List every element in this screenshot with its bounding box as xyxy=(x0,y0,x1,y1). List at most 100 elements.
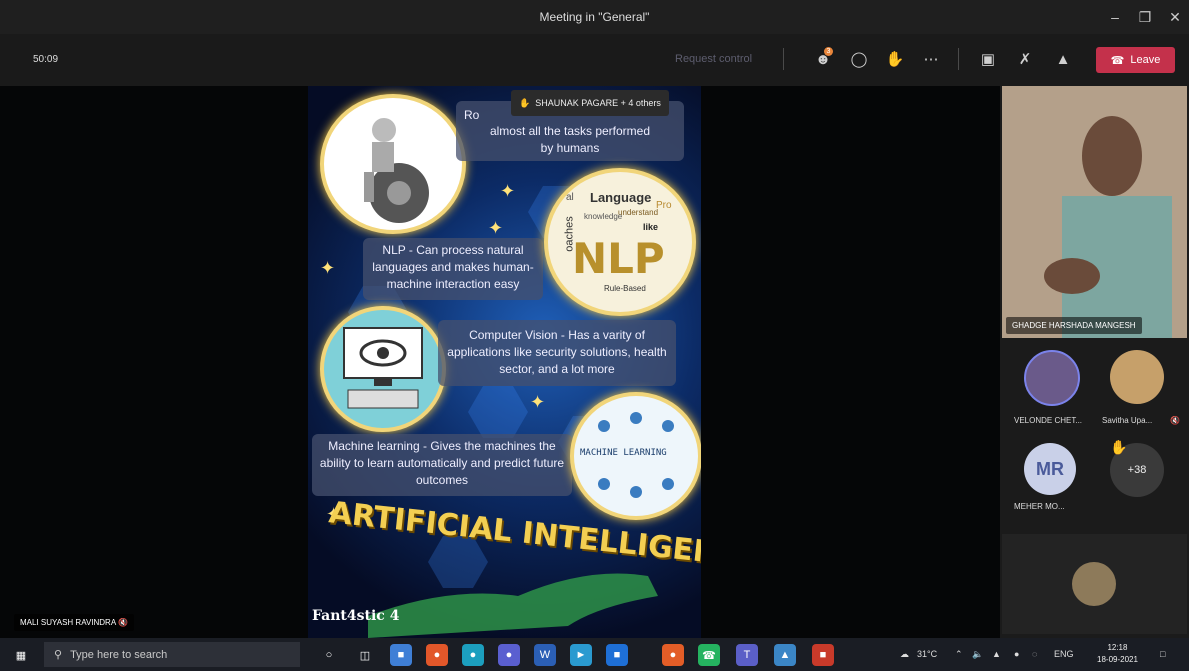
share-button[interactable]: ▲ xyxy=(1050,46,1076,72)
taskbar-app[interactable]: ■ xyxy=(812,644,834,666)
tray-chevron-icon[interactable]: ⌃ xyxy=(955,649,963,660)
nlp-cloud-word: al xyxy=(566,192,574,203)
taskbar-app[interactable]: ☎ xyxy=(698,644,720,666)
participant-avatar[interactable] xyxy=(1024,350,1080,406)
title-bar: Meeting in "General" – ❐ ✕ xyxy=(0,0,1189,34)
task-view-icon: ◫ xyxy=(359,649,371,662)
chat-button[interactable]: ◯ xyxy=(846,46,872,72)
taskbar-app[interactable]: ■ xyxy=(390,644,412,666)
window-title: Meeting in "General" xyxy=(539,10,650,24)
search-placeholder: Type here to search xyxy=(70,648,168,661)
nlp-cloud-word: like xyxy=(643,222,659,232)
cv-caption: Computer Vision - Has a varity of applic… xyxy=(438,320,676,386)
nlp-caption: NLP - Can process natural languages and … xyxy=(363,238,543,300)
hand-icon: ✋ xyxy=(519,97,531,108)
circle-icon: ○ xyxy=(325,649,333,661)
ellipsis-icon: ⋯ xyxy=(923,51,939,68)
taskbar: ▦ ⚲ Type here to search ○ ◫ ■ ● ● ● W ► … xyxy=(0,638,1189,671)
sparkle-icon: ✦ xyxy=(500,181,516,201)
sparkle-icon: ✦ xyxy=(320,258,336,278)
participant-badge: 3 xyxy=(824,47,833,56)
meeting-toolbar: 50:09 Request control ☻ 3 ◯ ✋ ⋯ ▣ ✗ ▲ ☎ … xyxy=(0,34,1189,86)
app-icon: ● xyxy=(669,649,677,661)
participant-name: MEHER MO... xyxy=(1014,502,1065,511)
notification-icon[interactable]: □ xyxy=(1160,649,1165,659)
robot-image xyxy=(320,94,466,234)
meeting-stage: ✦ ✦ ✦ ✦ ✦ Ro almost all the tasks perfor… xyxy=(0,86,1189,638)
meeting-timer: 50:09 xyxy=(33,54,59,65)
weather-icon: ☁ xyxy=(900,649,909,659)
brand-label: Fant4stic 4 xyxy=(312,608,400,624)
participant-name: VELONDE CHET... xyxy=(1014,416,1083,425)
participants-button[interactable]: ☻ 3 xyxy=(810,46,836,72)
taskbar-app[interactable]: ■ xyxy=(606,644,628,666)
toolbar-divider xyxy=(783,48,784,70)
windows-icon: ▦ xyxy=(15,649,27,662)
start-button[interactable]: ▦ xyxy=(10,644,32,666)
minimize-button[interactable]: – xyxy=(1102,6,1128,28)
request-control-button[interactable]: Request control xyxy=(675,53,752,65)
hand-icon: ✋ xyxy=(885,51,905,68)
mic-toggle-button[interactable]: ✗ xyxy=(1012,46,1038,72)
participant-name: Savitha Upa... xyxy=(1102,416,1153,425)
self-view[interactable] xyxy=(1002,534,1187,634)
presenter-name-text: MALI SUYASH RAVINDRA xyxy=(20,618,116,627)
participant-avatar[interactable] xyxy=(1110,350,1164,404)
nlp-badge: NLP xyxy=(572,234,665,283)
camera-off-icon: ▣ xyxy=(980,51,996,68)
camera-toggle-button[interactable]: ▣ xyxy=(975,46,1001,72)
search-icon: ⚲ xyxy=(54,649,63,661)
shared-slide: ✦ ✦ ✦ ✦ ✦ Ro almost all the tasks perfor… xyxy=(308,86,701,638)
nlp-cloud-word: Language xyxy=(590,190,652,205)
teams-app[interactable]: T xyxy=(736,644,758,666)
leave-button[interactable]: ☎ Leave xyxy=(1096,47,1175,73)
taskbar-search[interactable]: ⚲ Type here to search xyxy=(44,642,300,667)
share-icon: ▲ xyxy=(1055,50,1071,68)
self-avatar xyxy=(1072,562,1116,606)
robotics-caption-prefix: Ro xyxy=(464,108,480,122)
clock[interactable]: 12:18 18-09-2021 xyxy=(1097,642,1138,666)
ml-caption: Machine learning - Gives the machines th… xyxy=(312,434,572,496)
cortana-button[interactable]: ○ xyxy=(318,644,340,666)
close-button[interactable]: ✕ xyxy=(1162,6,1188,28)
taskbar-app[interactable]: ► xyxy=(570,644,592,666)
maximize-button[interactable]: ❐ xyxy=(1132,6,1158,28)
network-icon[interactable]: ▲ xyxy=(992,649,1001,659)
app-icon: ■ xyxy=(613,649,621,661)
taskbar-app[interactable]: ● xyxy=(426,644,448,666)
task-view-button[interactable]: ◫ xyxy=(354,644,376,666)
nlp-word-cloud: Language understand knowledge Pro oaches… xyxy=(544,168,696,316)
more-actions-button[interactable]: ⋯ xyxy=(918,46,944,72)
clock-date: 18-09-2021 xyxy=(1097,655,1138,664)
clock-time: 12:18 xyxy=(1107,643,1128,652)
mic-muted-icon: 🔇 xyxy=(117,618,128,627)
main-speaker-video[interactable]: GHADGE HARSHADA MANGESH xyxy=(1002,86,1187,338)
taskbar-app[interactable]: ● xyxy=(462,644,484,666)
toolbar-divider xyxy=(958,48,959,70)
phone-icon: ☎ xyxy=(1110,54,1125,67)
wifi-icon[interactable]: ◌ xyxy=(1032,649,1037,659)
pdf-icon: ■ xyxy=(819,649,827,661)
raise-hand-button[interactable]: ✋ xyxy=(882,46,908,72)
taskbar-app[interactable]: ▲ xyxy=(774,644,796,666)
speaker-icon[interactable]: 🔈 xyxy=(972,649,983,660)
hand-icon: ✋ xyxy=(1110,439,1128,455)
taskbar-app[interactable]: W xyxy=(534,644,556,666)
language-indicator[interactable]: ENG xyxy=(1054,649,1074,659)
hex-decoration xyxy=(468,386,528,438)
tray-app-icon[interactable]: ● xyxy=(1014,649,1019,659)
app-icon: W xyxy=(539,649,551,661)
weather-temp[interactable]: 31°C xyxy=(917,649,937,659)
sparkle-icon: ✦ xyxy=(530,392,546,412)
digital-hand-image xyxy=(368,573,658,638)
app-icon: ► xyxy=(575,649,587,661)
participant-initials-avatar[interactable]: MR xyxy=(1024,443,1076,495)
leave-label: Leave xyxy=(1130,54,1161,66)
taskbar-app[interactable]: ● xyxy=(498,644,520,666)
nlp-cloud-word: Pro xyxy=(656,200,672,211)
taskbar-app[interactable]: ● xyxy=(662,644,684,666)
app-icon: ● xyxy=(433,649,441,661)
chat-icon: ◯ xyxy=(850,51,868,68)
nlp-cloud-word: knowledge xyxy=(584,212,623,221)
sparkle-icon: ✦ xyxy=(488,218,504,238)
